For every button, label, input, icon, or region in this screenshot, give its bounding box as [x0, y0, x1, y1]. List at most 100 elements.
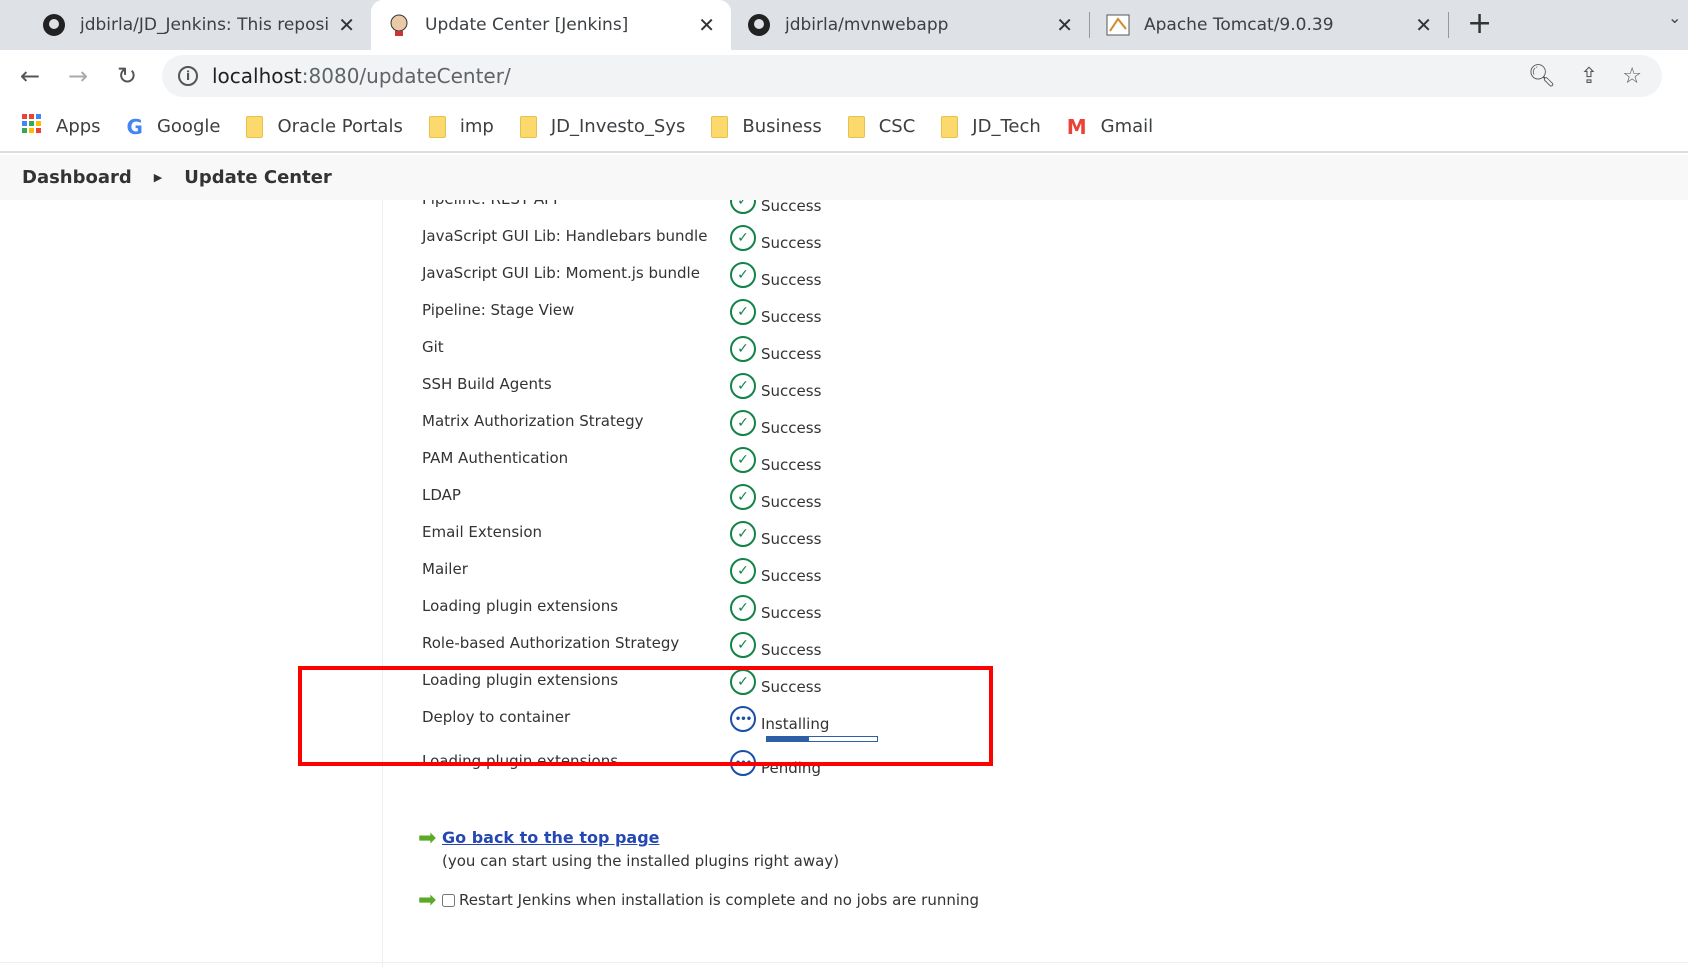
url-path: :8080/updateCenter/	[301, 64, 511, 88]
plugin-row: Email Extension ✓ Success	[422, 515, 1022, 552]
gmail-icon: M	[1066, 114, 1087, 139]
bookmark-label: Business	[742, 116, 822, 137]
folder-icon	[246, 115, 264, 138]
bookmark-jd-investo-sys[interactable]: JD_Investo_Sys	[519, 115, 686, 138]
tomcat-icon	[1106, 13, 1130, 37]
plugin-name: Git	[422, 338, 444, 356]
plugin-row: PAM Authentication ✓ Success	[422, 441, 1022, 478]
plugin-status: Success	[761, 567, 822, 585]
bookmark-label: Google	[156, 116, 221, 137]
github-icon	[42, 13, 66, 37]
breadcrumb-update-center[interactable]: Update Center	[184, 167, 332, 188]
bookmark-label: CSC	[878, 116, 916, 137]
install-note: (you can start using the installed plugi…	[442, 852, 840, 870]
bookmark-oracle-portals[interactable]: Oracle Portals	[246, 115, 403, 138]
highlight-box	[298, 666, 993, 766]
restart-checkbox[interactable]	[442, 893, 455, 907]
success-check-icon: ✓	[730, 632, 756, 658]
plugin-row: Git ✓ Success	[422, 330, 1022, 367]
folder-icon	[941, 115, 959, 138]
close-icon[interactable]: ✕	[338, 13, 355, 37]
bookmark-jd-tech[interactable]: JD_Tech	[941, 115, 1041, 138]
chevron-down-icon[interactable]: ⌄	[1668, 8, 1681, 27]
plugin-name: Pipeline: Stage View	[422, 301, 575, 319]
zoom-icon[interactable]: 🔍︎	[1528, 64, 1556, 89]
plugin-status: Success	[761, 345, 822, 363]
bookmark-label: JD_Investo_Sys	[550, 116, 686, 137]
bookmark-business[interactable]: Business	[711, 115, 822, 138]
breadcrumb-dashboard[interactable]: Dashboard	[22, 167, 132, 188]
plugin-name: SSH Build Agents	[422, 375, 552, 393]
google-icon: G	[126, 114, 143, 139]
plugin-name: LDAP	[422, 486, 461, 504]
folder-icon	[711, 115, 729, 138]
close-icon[interactable]: ✕	[1415, 13, 1432, 37]
plugin-name: Email Extension	[422, 523, 543, 541]
plugin-status: Success	[761, 604, 822, 622]
close-icon[interactable]: ✕	[698, 13, 715, 37]
folder-icon	[847, 115, 865, 138]
chevron-right-icon[interactable]: ▶	[154, 171, 162, 184]
bookmark-imp[interactable]: imp	[428, 115, 494, 138]
tab-separator	[1448, 12, 1449, 38]
plugin-row: Matrix Authorization Strategy ✓ Success	[422, 404, 1022, 441]
success-check-icon: ✓	[730, 373, 756, 399]
plugin-row: Mailer ✓ Success	[422, 552, 1022, 589]
browser-toolbar: ← → ↻ i localhost:8080/updateCenter/ 🔍︎ …	[0, 50, 1688, 102]
success-check-icon: ✓	[730, 410, 756, 436]
close-icon[interactable]: ✕	[1056, 13, 1073, 37]
folder-icon	[519, 115, 537, 138]
plugin-status: Success	[761, 641, 822, 659]
url-host: localhost	[212, 64, 302, 88]
tab-title: Apache Tomcat/9.0.39	[1144, 15, 1334, 35]
tab-jd-jenkins[interactable]: jdbirla/JD_Jenkins: This repository ✕	[26, 0, 371, 50]
go-back-top-link[interactable]: Go back to the top page	[442, 828, 660, 847]
green-arrow-icon: ➡	[418, 826, 437, 851]
bookmark-apps[interactable]: Apps	[22, 114, 101, 139]
reload-icon[interactable]: ↻	[117, 62, 137, 90]
new-tab-button[interactable]: +	[1467, 6, 1492, 41]
star-icon[interactable]: ☆	[1622, 64, 1642, 89]
plugin-row: Pipeline: Stage View ✓ Success	[422, 293, 1022, 330]
success-check-icon: ✓	[730, 262, 756, 288]
plugin-status: Success	[761, 419, 822, 437]
tab-title: jdbirla/mvnwebapp	[785, 15, 949, 35]
jenkins-icon	[387, 13, 411, 37]
tab-update-center[interactable]: Update Center [Jenkins] ✕	[371, 0, 731, 50]
back-icon[interactable]: ←	[20, 62, 40, 90]
plugin-status: Success	[761, 271, 822, 289]
plugin-name: Role-based Authorization Strategy	[422, 634, 680, 652]
plugin-row: JavaScript GUI Lib: Handlebars bundle ✓ …	[422, 219, 1022, 256]
tab-mvnwebapp[interactable]: jdbirla/mvnwebapp ✕	[731, 0, 1089, 50]
tab-bar: jdbirla/JD_Jenkins: This repository ✕ Up…	[0, 0, 1688, 50]
plugin-row: SSH Build Agents ✓ Success	[422, 367, 1022, 404]
github-icon	[747, 13, 771, 37]
share-icon[interactable]: ⇪	[1580, 64, 1598, 89]
info-icon[interactable]: i	[178, 66, 198, 86]
green-arrow-icon: ➡	[418, 888, 437, 913]
bookmark-label: Gmail	[1100, 116, 1154, 137]
bookmark-csc[interactable]: CSC	[847, 115, 916, 138]
success-check-icon: ✓	[730, 447, 756, 473]
bookmark-google[interactable]: G Google	[127, 115, 221, 139]
breadcrumb: Dashboard ▶ Update Center	[0, 155, 1688, 200]
plugin-status: Success	[761, 456, 822, 474]
restart-label: Restart Jenkins when installation is com…	[459, 891, 980, 909]
restart-option[interactable]: Restart Jenkins when installation is com…	[442, 891, 979, 909]
plugin-status: Success	[761, 493, 822, 511]
tab-tomcat[interactable]: Apache Tomcat/9.0.39 ✕	[1090, 0, 1448, 50]
success-check-icon: ✓	[730, 521, 756, 547]
tab-title: jdbirla/JD_Jenkins: This repository	[80, 15, 329, 35]
plugin-row: LDAP ✓ Success	[422, 478, 1022, 515]
success-check-icon: ✓	[730, 558, 756, 584]
bookmark-gmail[interactable]: M Gmail	[1067, 115, 1153, 139]
apps-icon	[22, 114, 42, 139]
sidebar-divider	[382, 200, 383, 967]
plugin-row: Role-based Authorization Strategy ✓ Succ…	[422, 626, 1022, 663]
success-check-icon: ✓	[730, 299, 756, 325]
plugin-status: Success	[761, 382, 822, 400]
success-check-icon: ✓	[730, 336, 756, 362]
address-bar[interactable]: i localhost:8080/updateCenter/ 🔍︎ ⇪ ☆	[162, 55, 1662, 97]
success-check-icon: ✓	[730, 225, 756, 251]
forward-icon[interactable]: →	[68, 62, 88, 90]
